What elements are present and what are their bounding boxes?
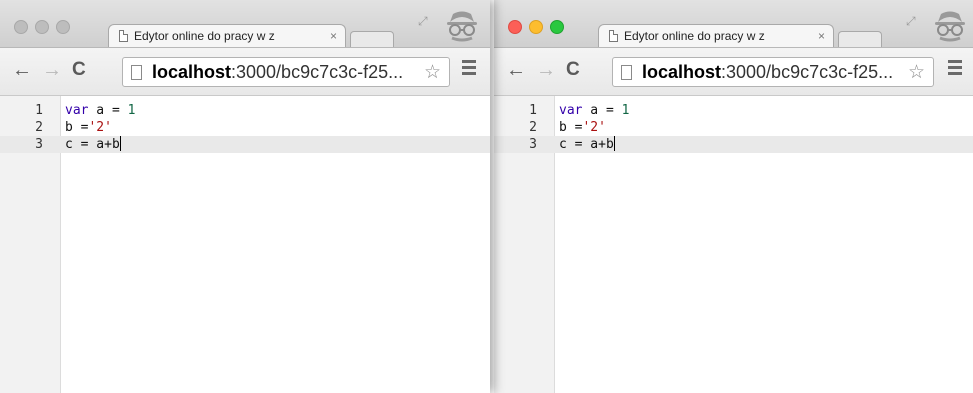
code-editor[interactable]: 1 var a = 12b ='2' 3 c = a+b — [0, 96, 490, 393]
code-token: 1 — [621, 103, 630, 118]
url-path: :3000/bc9c7c3c-f25... — [231, 61, 404, 82]
code-token: 1 — [127, 103, 136, 118]
zoom-window-button[interactable] — [550, 20, 564, 34]
line-number: 2 — [529, 120, 537, 135]
tab-close-icon[interactable]: × — [330, 29, 337, 43]
code-text[interactable]: c = a+b — [559, 136, 615, 153]
url-text[interactable]: localhost:3000/bc9c7c3c-f25... — [642, 62, 904, 83]
close-window-button[interactable] — [508, 20, 522, 34]
menu-icon[interactable] — [462, 60, 476, 78]
incognito-icon — [447, 11, 477, 42]
code-line[interactable]: 3 c = a+b — [494, 136, 973, 153]
code-text[interactable]: b ='2' — [559, 119, 606, 136]
code-text[interactable]: var a = 1 — [65, 102, 135, 119]
zoom-window-button[interactable] — [56, 20, 70, 34]
code-text[interactable]: var a = 1 — [559, 102, 629, 119]
page-icon — [609, 30, 618, 42]
code-token: a = — [88, 103, 128, 118]
page-info-icon[interactable] — [621, 64, 632, 80]
tab-close-icon[interactable]: × — [818, 29, 825, 43]
tab-title: Edytor online do pracy w z — [134, 29, 275, 43]
line-number: 3 — [35, 137, 43, 152]
browser-tab[interactable]: Edytor online do pracy w z × — [598, 24, 834, 47]
minimize-window-button[interactable] — [35, 20, 49, 34]
back-button[interactable]: ← — [506, 60, 526, 80]
reload-button[interactable]: C — [72, 60, 86, 80]
window-controls — [14, 20, 70, 34]
tab-title: Edytor online do pracy w z — [624, 29, 765, 43]
address-bar[interactable]: localhost:3000/bc9c7c3c-f25... ☆ — [612, 57, 934, 87]
text-cursor — [613, 136, 615, 151]
code-token: a = — [582, 103, 622, 118]
code-line[interactable]: 1 var a = 1 — [494, 102, 973, 119]
bookmark-star-icon[interactable]: ☆ — [908, 61, 925, 84]
code-line[interactable]: 2 b ='2' — [0, 119, 490, 136]
page-info-icon[interactable] — [131, 64, 142, 80]
title-bar: Edytor online do pracy w z × ⤢ — [0, 0, 490, 47]
toolbar: ← → C localhost:3000/bc9c7c3c-f25... ☆ — [0, 47, 490, 96]
code-token: var — [65, 103, 89, 118]
bookmark-star-icon[interactable]: ☆ — [424, 61, 441, 84]
toolbar: ← → C localhost:3000/bc9c7c3c-f25... ☆ — [494, 47, 973, 96]
line-number: 1 — [529, 103, 537, 118]
close-window-button[interactable] — [14, 20, 28, 34]
line-number: 1 — [35, 103, 43, 118]
line-number: 3 — [529, 137, 537, 152]
text-cursor — [119, 136, 121, 151]
code-line[interactable]: 2 b ='2' — [494, 119, 973, 136]
code-token: '2' — [88, 120, 112, 135]
url-text[interactable]: localhost:3000/bc9c7c3c-f25... — [152, 62, 420, 83]
back-button[interactable]: ← — [12, 60, 32, 80]
address-bar[interactable]: localhost:3000/bc9c7c3c-f25... ☆ — [122, 57, 450, 87]
code-token: var — [559, 103, 583, 118]
forward-button[interactable]: → — [42, 60, 62, 80]
browser-window-left: Edytor online do pracy w z × ⤢ ← → C loc… — [0, 0, 490, 393]
code-line[interactable]: 1 var a = 1 — [0, 102, 490, 119]
new-tab-button[interactable] — [350, 31, 394, 47]
browser-window-right: Edytor online do pracy w z × ⤢ ← → C loc… — [494, 0, 973, 393]
line-number: 2 — [35, 120, 43, 135]
fullscreen-icon[interactable]: ⤢ — [418, 14, 428, 29]
page-icon — [119, 30, 128, 42]
code-token: '2' — [582, 120, 606, 135]
code-line[interactable]: 3 c = a+b — [0, 136, 490, 153]
code-editor[interactable]: 1 var a = 12b ='2' 3 c = a+b — [494, 96, 973, 393]
code-token: c = a+b — [65, 137, 120, 152]
new-tab-button[interactable] — [838, 31, 882, 47]
forward-button[interactable]: → — [536, 60, 556, 80]
url-host: localhost — [152, 61, 232, 82]
incognito-icon — [935, 11, 965, 42]
code-text[interactable]: c = a+b — [65, 136, 121, 153]
url-host: localhost — [642, 61, 722, 82]
title-bar: Edytor online do pracy w z × ⤢ — [494, 0, 973, 47]
url-path: :3000/bc9c7c3c-f25... — [721, 61, 894, 82]
code-token: c = a+b — [559, 137, 614, 152]
menu-icon[interactable] — [948, 60, 962, 78]
fullscreen-icon[interactable]: ⤢ — [906, 14, 916, 29]
code-text[interactable]: b ='2' — [65, 119, 112, 136]
code-token: b = — [65, 120, 89, 135]
browser-tab[interactable]: Edytor online do pracy w z × — [108, 24, 346, 47]
code-token: b = — [559, 120, 583, 135]
window-controls — [508, 20, 564, 34]
minimize-window-button[interactable] — [529, 20, 543, 34]
reload-button[interactable]: C — [566, 60, 580, 80]
